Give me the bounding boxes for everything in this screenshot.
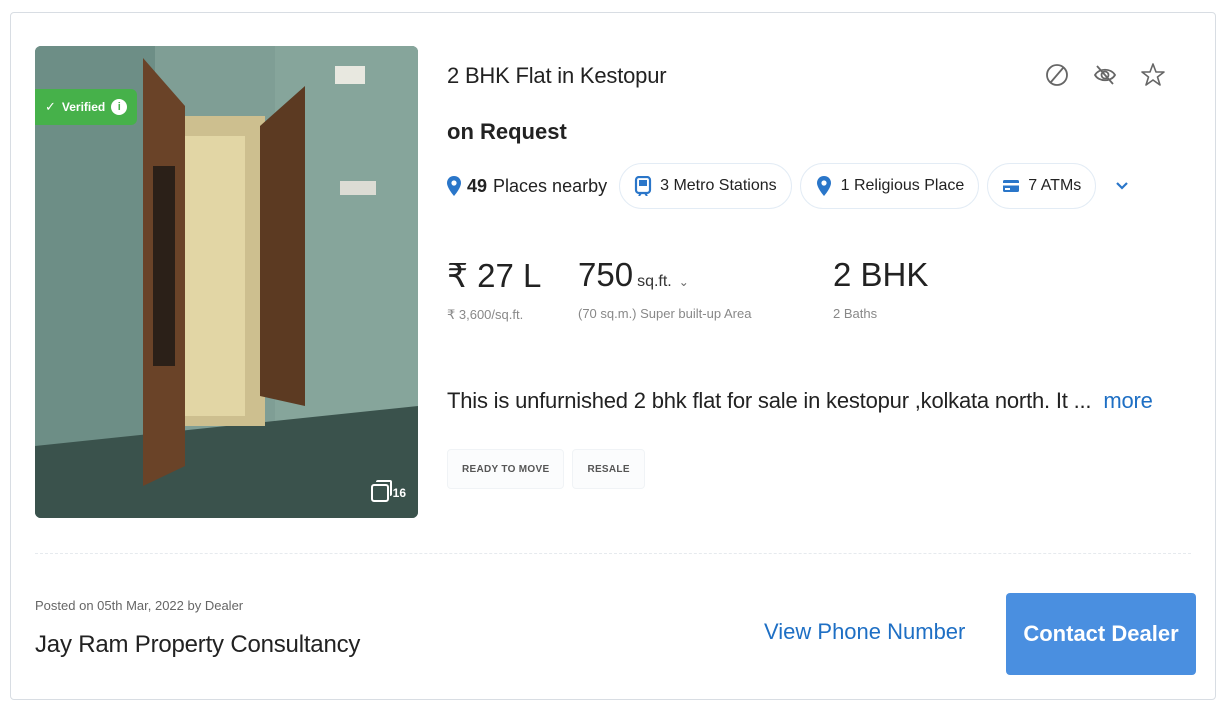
chip-label: 3 Metro Stations xyxy=(660,177,777,194)
divider xyxy=(35,553,1191,554)
hide-eye-icon[interactable] xyxy=(1091,61,1119,89)
chip-label: 7 ATMs xyxy=(1028,177,1082,194)
config-value: 2 BHK xyxy=(833,256,929,293)
metro-icon xyxy=(635,176,652,196)
tag-resale: RESALE xyxy=(572,449,645,489)
tag-ready-to-move: READY TO MOVE xyxy=(447,449,565,489)
chip-atms[interactable]: 7 ATMs xyxy=(987,163,1097,209)
listing-tags: READY TO MOVE RESALE xyxy=(447,449,645,489)
photo-count[interactable]: 16 xyxy=(370,480,406,502)
area-value: 750 xyxy=(578,256,634,293)
area-detail: (70 sq.m.) Super built-up Area xyxy=(578,306,752,321)
location-pin-icon xyxy=(816,176,831,196)
atm-icon xyxy=(1003,180,1020,192)
price-value: ₹ 27 L xyxy=(447,257,542,294)
location-pin-icon xyxy=(447,176,461,196)
block-icon[interactable] xyxy=(1043,61,1071,89)
verified-badge[interactable]: ✓ Verified i xyxy=(35,89,138,125)
stat-price: ₹ 27 L ₹ 3,600/sq.ft. xyxy=(447,256,541,323)
contact-dealer-button[interactable]: Contact Dealer xyxy=(1006,593,1196,675)
price-per-sqft: ₹ 3,600/sq.ft. xyxy=(447,307,524,322)
chip-religious-place[interactable]: 1 Religious Place xyxy=(799,163,980,209)
chip-label: 1 Religious Place xyxy=(840,177,965,194)
listing-card: ✓ Verified i 16 2 BHK Flat in Kestopur o… xyxy=(10,12,1216,700)
listing-title[interactable]: 2 BHK Flat in Kestopur xyxy=(447,63,667,89)
photo-count-value: 16 xyxy=(392,486,406,500)
property-photo[interactable]: ✓ Verified i 16 xyxy=(35,46,418,518)
more-link[interactable]: more xyxy=(1103,388,1153,413)
area-unit[interactable]: sq.ft. xyxy=(637,273,672,291)
star-icon[interactable] xyxy=(1139,61,1167,89)
view-phone-link[interactable]: View Phone Number xyxy=(764,619,965,645)
gallery-icon xyxy=(370,480,392,502)
posted-info: Posted on 05th Mar, 2022 by Dealer xyxy=(35,598,244,613)
description-text: This is unfurnished 2 bhk flat for sale … xyxy=(447,388,1092,413)
nearby-count: 49 xyxy=(467,175,488,196)
nearby-places: 49 Places nearby 3 Metro Stations 1 Reli… xyxy=(447,163,1140,209)
chevron-down-icon[interactable]: ⌄ xyxy=(679,275,689,289)
stat-area[interactable]: 750 sq.ft. ⌄ (70 sq.m.) Super built-up A… xyxy=(578,256,751,321)
nearby-label: Places nearby xyxy=(493,175,608,196)
baths-value: 2 Baths xyxy=(833,306,878,321)
info-icon[interactable]: i xyxy=(111,99,128,115)
verified-label: Verified xyxy=(61,100,106,114)
nearby-summary[interactable]: 49 Places nearby xyxy=(447,176,607,197)
listing-actions xyxy=(1043,61,1167,89)
listing-description: This is unfurnished 2 bhk flat for sale … xyxy=(447,388,1153,414)
dealer-name[interactable]: Jay Ram Property Consultancy xyxy=(35,631,360,659)
check-icon: ✓ xyxy=(45,99,56,114)
chip-metro-stations[interactable]: 3 Metro Stations xyxy=(619,163,792,209)
chevron-down-icon[interactable] xyxy=(1104,168,1140,204)
price-on-request: on Request xyxy=(447,119,567,144)
stat-config: 2 BHK 2 Baths xyxy=(833,256,928,321)
